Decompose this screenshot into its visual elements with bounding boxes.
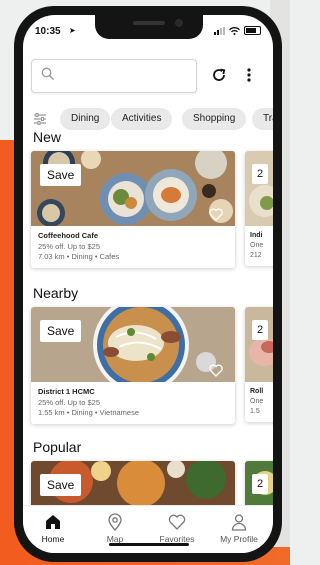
- search-row: [31, 59, 265, 93]
- card-peek-line: Indi: [250, 232, 263, 239]
- card-merchant-name: Coffeehood Cafe: [38, 231, 98, 240]
- card-offer: 25% off. Up to $25: [38, 242, 100, 251]
- card-peek-line: One: [250, 398, 264, 405]
- card-image-pho-bowl: Save: [31, 307, 235, 382]
- more-vertical-icon[interactable]: [245, 67, 253, 83]
- speaker-grille: [133, 21, 165, 25]
- favorite-heart-icon[interactable]: [209, 364, 223, 377]
- deal-card-coffeehood[interactable]: Save Coffeehood Cafe 25% off. Up to $25 …: [31, 151, 235, 268]
- person-icon: [231, 514, 247, 531]
- deal-card-district1[interactable]: Save District 1 HCMC 25% off. Up to $25 …: [31, 307, 235, 424]
- nav-label: My Profile: [220, 534, 258, 544]
- home-icon: [46, 515, 60, 529]
- card-peek-badge: 2: [252, 164, 269, 184]
- refresh-icon[interactable]: [211, 67, 227, 83]
- chip-travel[interactable]: Trave: [252, 108, 273, 130]
- phone-notch: [95, 15, 203, 39]
- card-peek-text: Indi One 212: [245, 226, 273, 266]
- app-screen: 10:35 ➤ Dining Activities Shopping Tr Ne…: [23, 15, 273, 553]
- nav-home[interactable]: Home: [23, 513, 83, 544]
- save-button[interactable]: Save: [40, 320, 82, 342]
- card-image-coffee-table: Save: [31, 151, 235, 226]
- filter-sliders-icon[interactable]: [33, 112, 47, 126]
- card-peek-line: One: [250, 242, 264, 249]
- nav-map[interactable]: Map: [85, 513, 145, 544]
- card-image: 2: [245, 151, 273, 226]
- card-peek-line: 212: [250, 252, 262, 259]
- card-peek-line: 1.5: [250, 408, 260, 415]
- category-chips: Dining Activities Shopping Trave: [23, 107, 273, 131]
- chip-activities[interactable]: Activities: [111, 108, 173, 130]
- section-title-popular: Popular: [33, 439, 82, 455]
- favorite-heart-icon[interactable]: [209, 208, 223, 221]
- card-peek-line: Roll: [250, 388, 264, 395]
- wifi-icon: [229, 26, 240, 35]
- signal-icon: [214, 26, 225, 35]
- nav-label: Home: [41, 534, 65, 544]
- card-meta: 7.03 km • Dining • Cafes: [38, 252, 120, 261]
- map-pin-icon: [108, 513, 122, 531]
- card-offer: 25% off. Up to $25: [38, 398, 100, 407]
- status-icons: [214, 26, 261, 35]
- deal-card-peek[interactable]: 2 Roll One 1.5: [245, 307, 273, 422]
- card-details: District 1 HCMC 25% off. Up to $25 1.55 …: [31, 382, 235, 424]
- location-arrow-icon: ➤: [69, 26, 76, 35]
- save-button[interactable]: Save: [40, 474, 82, 496]
- nav-my-profile[interactable]: My Profile: [209, 513, 269, 544]
- card-peek-text: Roll One 1.5: [245, 382, 273, 422]
- battery-icon: [244, 26, 261, 35]
- status-time: 10:35: [35, 26, 61, 37]
- heart-icon: [168, 514, 186, 530]
- search-icon[interactable]: [41, 67, 55, 81]
- card-meta: 1.55 km • Dining • Vietnamese: [38, 408, 139, 417]
- card-peek-badge: 2: [252, 474, 269, 494]
- section-title-nearby: Nearby: [33, 285, 79, 301]
- card-peek-badge: 2: [252, 320, 269, 340]
- nav-favorites[interactable]: Favorites: [147, 513, 207, 544]
- card-merchant-name: District 1 HCMC: [38, 387, 95, 396]
- chip-dining[interactable]: Dining: [60, 108, 111, 130]
- card-image: 2: [245, 307, 273, 382]
- section-title-new: New: [33, 129, 62, 145]
- save-button[interactable]: Save: [40, 164, 82, 186]
- chip-shopping[interactable]: Shopping: [182, 108, 247, 130]
- home-indicator: [109, 543, 189, 546]
- front-camera: [175, 19, 183, 27]
- search-input[interactable]: [31, 59, 197, 93]
- deal-card-peek[interactable]: 2 Indi One 212: [245, 151, 273, 266]
- card-details: Coffeehood Cafe 25% off. Up to $25 7.03 …: [31, 226, 235, 268]
- phone-frame: 10:35 ➤ Dining Activities Shopping Tr Ne…: [14, 6, 282, 562]
